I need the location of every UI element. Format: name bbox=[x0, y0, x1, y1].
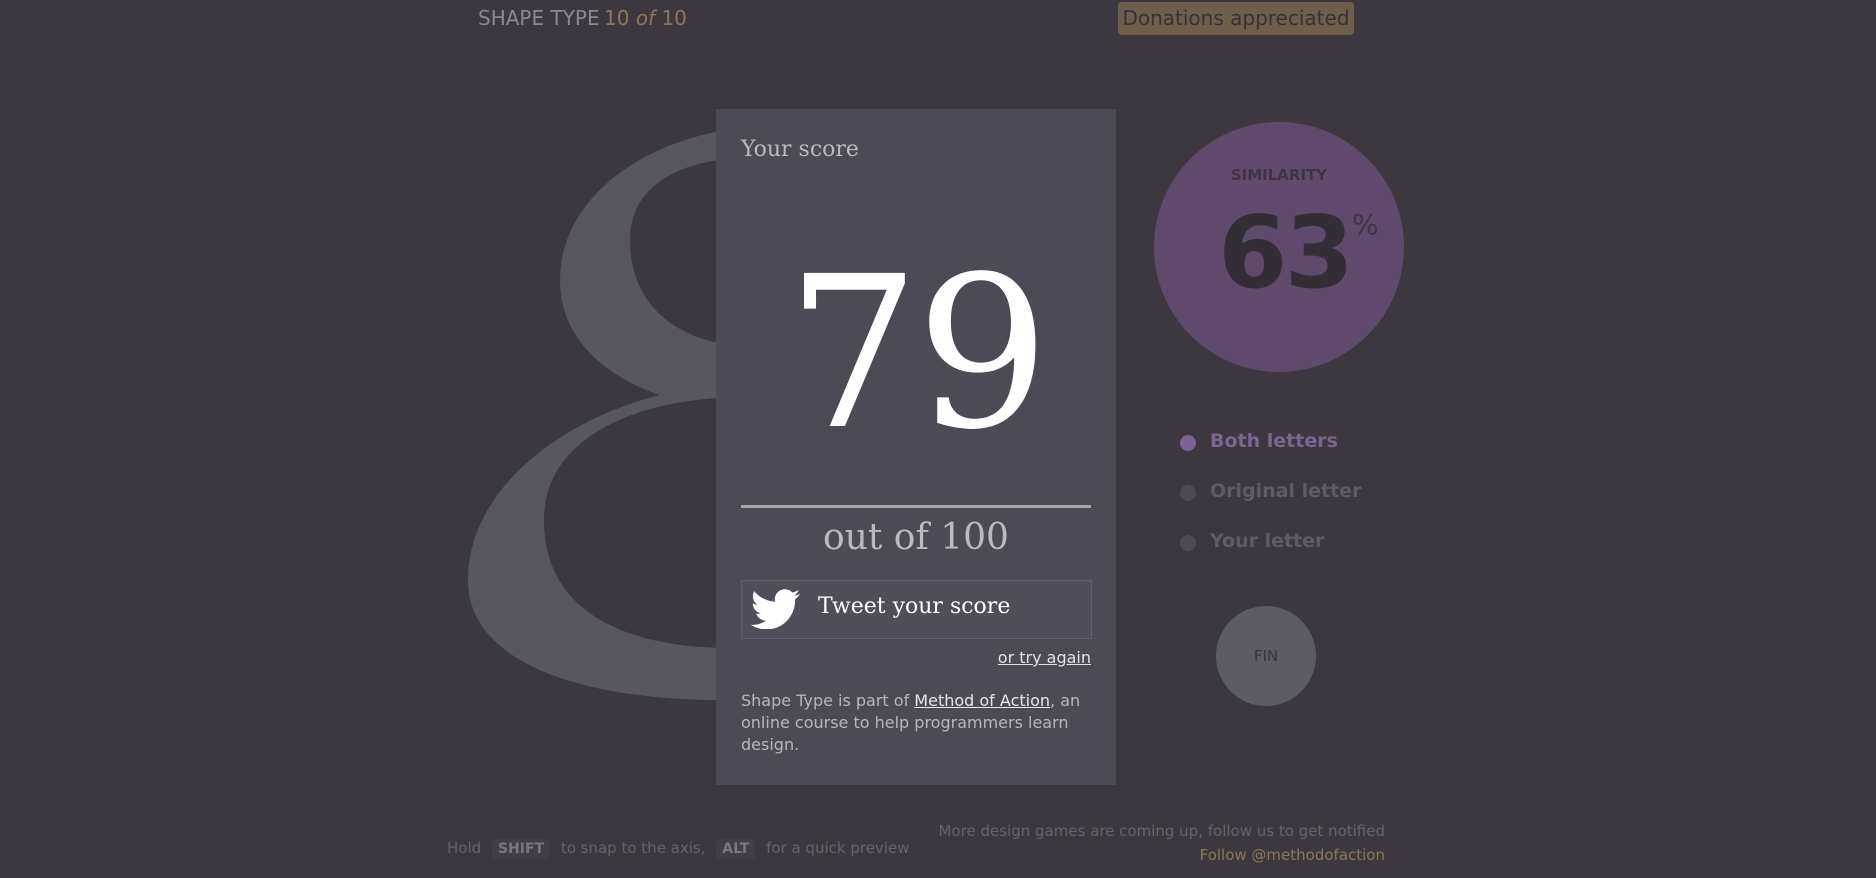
try-again-link[interactable]: or try again bbox=[998, 648, 1091, 667]
score-panel: Your score 79 out of 100 Tweet your scor… bbox=[716, 109, 1116, 785]
follow-link[interactable]: Follow @methodofaction bbox=[939, 843, 1385, 867]
similarity-unit: % bbox=[1352, 208, 1379, 241]
hint-preview: for a quick preview bbox=[766, 839, 910, 857]
progress-total: 10 bbox=[661, 6, 687, 30]
radio-icon bbox=[1180, 535, 1196, 551]
game-title: SHAPE TYPE bbox=[478, 6, 600, 30]
footer-follow: More design games are coming up, follow … bbox=[939, 819, 1385, 867]
hint-hold: Hold bbox=[447, 839, 482, 857]
progress-of: of bbox=[635, 6, 656, 30]
donate-button[interactable]: Donations appreciated bbox=[1118, 2, 1354, 35]
tweet-score-label: Tweet your score bbox=[818, 594, 1011, 619]
similarity-label: SIMILARITY bbox=[1230, 166, 1328, 184]
more-games-text: More design games are coming up, follow … bbox=[938, 822, 1385, 840]
option-label: Original letter bbox=[1210, 480, 1362, 502]
similarity-badge: SIMILARITY 63 % bbox=[1154, 122, 1404, 372]
method-of-action-link[interactable]: Method of Action bbox=[914, 691, 1050, 710]
fin-button[interactable]: FIN bbox=[1216, 606, 1316, 706]
score-heading: Your score bbox=[741, 137, 859, 162]
keyboard-hint: Hold SHIFT to snap to the axis, ALT for … bbox=[447, 839, 909, 859]
shift-key-badge: SHIFT bbox=[491, 839, 551, 859]
score-out-of: out of 100 bbox=[823, 517, 1009, 558]
alt-key-badge: ALT bbox=[716, 839, 756, 859]
twitter-bird-icon bbox=[750, 589, 802, 633]
option-label: Both letters bbox=[1210, 430, 1338, 452]
about-text: Shape Type is part of Method of Action, … bbox=[741, 690, 1091, 756]
progress-indicator: 10 of 10 bbox=[604, 6, 687, 30]
radio-icon bbox=[1180, 485, 1196, 501]
hint-snap: to snap to the axis, bbox=[560, 839, 706, 857]
about-prefix: Shape Type is part of bbox=[741, 691, 915, 710]
score-divider bbox=[741, 505, 1091, 508]
progress-current: 10 bbox=[604, 6, 630, 30]
tweet-score-button[interactable]: Tweet your score bbox=[741, 580, 1092, 639]
score-value: 79 bbox=[786, 231, 1049, 476]
option-label: Your letter bbox=[1210, 530, 1325, 552]
similarity-value: 63 bbox=[1218, 194, 1354, 311]
radio-selected-icon bbox=[1180, 435, 1196, 451]
